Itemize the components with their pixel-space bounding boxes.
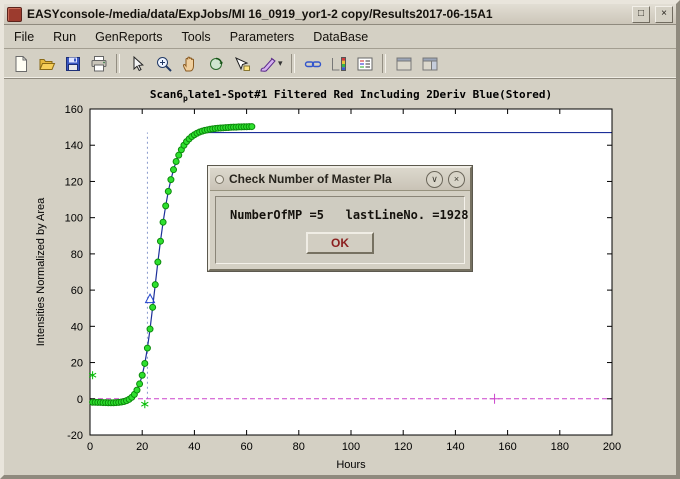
toolbar: ▾ bbox=[4, 49, 676, 79]
menu-item-genreports[interactable]: GenReports bbox=[95, 30, 162, 44]
toolbar-separator bbox=[291, 54, 295, 73]
svg-text:120: 120 bbox=[394, 441, 412, 453]
toolbar-separator bbox=[382, 54, 386, 73]
close-button[interactable]: × bbox=[655, 6, 673, 23]
toolbar-separator bbox=[116, 54, 120, 73]
link-plots-icon bbox=[304, 55, 322, 73]
chevron-down-icon: ∨ bbox=[431, 174, 438, 185]
svg-text:0: 0 bbox=[87, 441, 93, 453]
colorbar-icon bbox=[330, 55, 348, 73]
svg-text:40: 40 bbox=[188, 441, 200, 453]
brush-dropdown-arrow[interactable]: ▾ bbox=[278, 58, 286, 69]
svg-text:20: 20 bbox=[136, 441, 148, 453]
hide-plot-tools-icon bbox=[395, 55, 413, 73]
dialog-message: NumberOfMP =5 lastLineNo. =1928 bbox=[230, 208, 456, 222]
svg-text:40: 40 bbox=[71, 321, 83, 333]
rotate-3d-button[interactable] bbox=[203, 52, 228, 75]
svg-text:60: 60 bbox=[71, 285, 83, 297]
dialog-shade-button[interactable]: ∨ bbox=[426, 171, 443, 188]
plot-title-post: late1-Spot#1 Filtered Red Including 2Der… bbox=[188, 88, 552, 101]
save-button[interactable] bbox=[60, 52, 85, 75]
check-master-plates-dialog: Check Number of Master Pla ∨ × NumberOfM… bbox=[208, 166, 472, 271]
edit-plot-button[interactable] bbox=[125, 52, 150, 75]
show-plot-tools-icon bbox=[421, 55, 439, 73]
show-plot-tools-button[interactable] bbox=[417, 52, 442, 75]
svg-text:140: 140 bbox=[446, 441, 464, 453]
pan-button[interactable] bbox=[177, 52, 202, 75]
svg-text:80: 80 bbox=[71, 249, 83, 261]
dialog-title-bar[interactable]: Check Number of Master Pla ∨ × bbox=[210, 168, 470, 191]
menu-item-database[interactable]: DataBase bbox=[313, 30, 368, 44]
zoom-in-button[interactable] bbox=[151, 52, 176, 75]
menu-item-tools[interactable]: Tools bbox=[182, 30, 211, 44]
figure-area: 0 20 40 60 80 100 120 140 160 180 200 -20 0 20 40 60 80 1… bbox=[4, 79, 676, 475]
insert-legend-button[interactable] bbox=[352, 52, 377, 75]
svg-text:140: 140 bbox=[65, 140, 83, 152]
minimize-button[interactable]: □ bbox=[632, 6, 650, 23]
plot-background bbox=[90, 109, 612, 435]
window-title: EASYconsole-/media/data/ExpJobs/MI 16_09… bbox=[27, 7, 627, 21]
menu-item-parameters[interactable]: Parameters bbox=[230, 30, 295, 44]
brush-button[interactable] bbox=[255, 52, 280, 75]
rotate-3d-icon bbox=[207, 55, 225, 73]
print-icon bbox=[90, 55, 108, 73]
data-cursor-button[interactable] bbox=[229, 52, 254, 75]
svg-text:20: 20 bbox=[71, 358, 83, 370]
menu-bar: File Run GenReports Tools Parameters Dat… bbox=[4, 25, 676, 49]
zoom-in-icon bbox=[155, 55, 173, 73]
close-icon: × bbox=[454, 174, 459, 184]
brush-icon bbox=[259, 55, 277, 73]
ok-button[interactable]: OK bbox=[306, 232, 374, 254]
svg-text:60: 60 bbox=[240, 441, 252, 453]
insert-colorbar-button[interactable] bbox=[326, 52, 351, 75]
dialog-body: NumberOfMP =5 lastLineNo. =1928 OK bbox=[215, 196, 465, 264]
window-menu-icon[interactable] bbox=[7, 7, 22, 22]
svg-text:100: 100 bbox=[342, 441, 360, 453]
chart-canvas[interactable]: 0 20 40 60 80 100 120 140 160 180 200 -20 0 20 40 60 80 1… bbox=[4, 79, 676, 475]
svg-text:-20: -20 bbox=[67, 430, 83, 442]
dialog-title: Check Number of Master Pla bbox=[229, 172, 421, 186]
minimize-icon: □ bbox=[638, 9, 644, 19]
hide-plot-tools-button[interactable] bbox=[391, 52, 416, 75]
dialog-icon bbox=[215, 175, 224, 184]
print-button[interactable] bbox=[86, 52, 111, 75]
edit-arrow-icon bbox=[129, 55, 147, 73]
x-axis-label: Hours bbox=[336, 459, 366, 471]
open-button[interactable] bbox=[34, 52, 59, 75]
svg-text:120: 120 bbox=[65, 176, 83, 188]
new-file-icon bbox=[12, 55, 30, 73]
dialog-button-row: OK bbox=[224, 232, 456, 254]
save-icon bbox=[64, 55, 82, 73]
close-icon: × bbox=[661, 9, 667, 19]
open-folder-icon bbox=[38, 55, 56, 73]
link-plots-button[interactable] bbox=[300, 52, 325, 75]
menu-item-run[interactable]: Run bbox=[53, 30, 76, 44]
svg-text:180: 180 bbox=[551, 441, 569, 453]
menu-item-file[interactable]: File bbox=[14, 30, 34, 44]
svg-text:100: 100 bbox=[65, 213, 83, 225]
svg-text:0: 0 bbox=[77, 394, 83, 406]
pan-hand-icon bbox=[181, 55, 199, 73]
legend-icon bbox=[356, 55, 374, 73]
dialog-close-button[interactable]: × bbox=[448, 171, 465, 188]
plot-title: Scan6plate1-Spot#1 Filtered Red Includin… bbox=[90, 88, 612, 103]
title-bar[interactable]: EASYconsole-/media/data/ExpJobs/MI 16_09… bbox=[4, 4, 676, 25]
svg-text:160: 160 bbox=[65, 104, 83, 116]
data-cursor-icon bbox=[233, 55, 251, 73]
new-file-button[interactable] bbox=[8, 52, 33, 75]
svg-text:200: 200 bbox=[603, 441, 621, 453]
app-window: EASYconsole-/media/data/ExpJobs/MI 16_09… bbox=[0, 0, 680, 479]
svg-text:160: 160 bbox=[498, 441, 516, 453]
svg-text:80: 80 bbox=[293, 441, 305, 453]
y-axis-label: Intensities Normalized by Area bbox=[35, 197, 47, 346]
plot-title-pre: Scan6 bbox=[150, 88, 183, 101]
